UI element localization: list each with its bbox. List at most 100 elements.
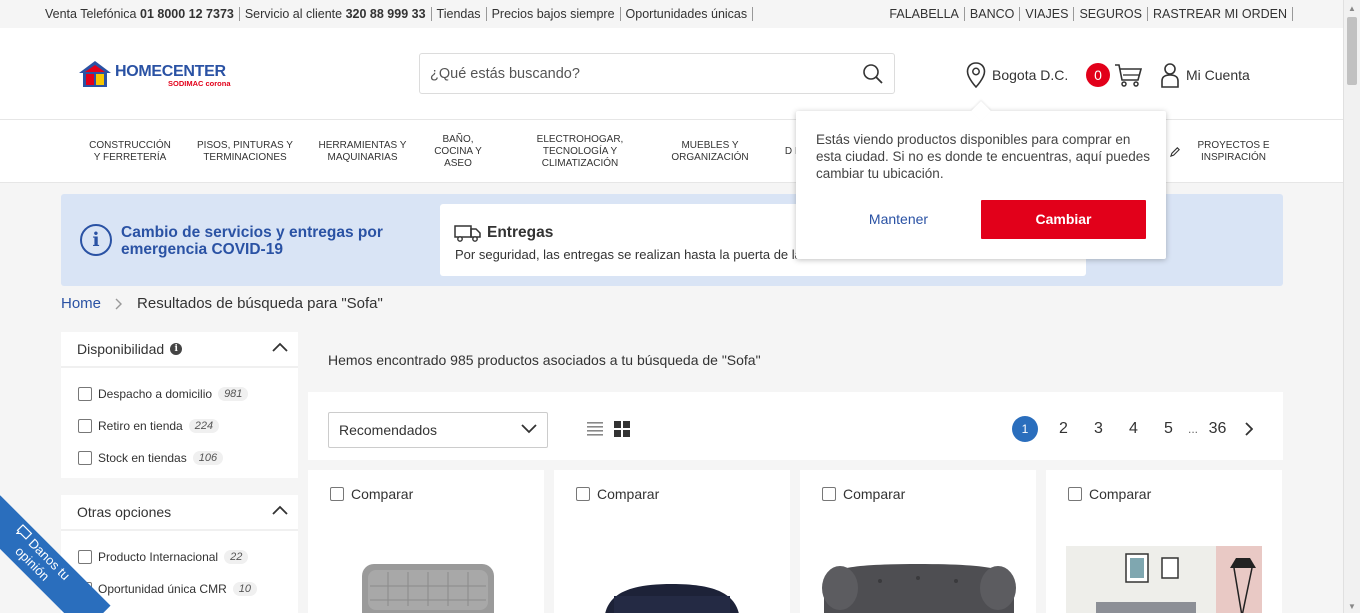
product-card[interactable]: Comparar — [800, 470, 1036, 613]
checkbox[interactable] — [330, 487, 344, 501]
sort-select[interactable]: Recomendados — [328, 412, 548, 448]
keep-location-button[interactable]: Mantener — [826, 200, 971, 238]
filter-availability: Disponibilidad i Despacho a domicilio 98… — [61, 332, 298, 478]
product-image[interactable] — [820, 546, 1016, 613]
product-card[interactable]: Comparar — [308, 470, 544, 613]
search-input[interactable] — [430, 64, 850, 84]
filter-option[interactable]: Stock en tiendas 106 — [61, 442, 298, 474]
breadcrumb-home[interactable]: Home — [61, 295, 101, 312]
account-button[interactable]: Mi Cuenta — [1160, 62, 1250, 88]
checkbox[interactable] — [1068, 487, 1082, 501]
link-viajes[interactable]: VIAJES — [1020, 7, 1075, 21]
checkbox[interactable] — [576, 487, 590, 501]
truck-icon — [454, 225, 481, 242]
filter-option[interactable]: Producto Internacional 22 — [61, 541, 298, 573]
chevron-up-icon[interactable] — [272, 505, 288, 515]
site-header: HOMECENTER SODIMAC corona Bogota D.C. 0 — [0, 28, 1343, 120]
product-card[interactable]: Comparar — [554, 470, 790, 613]
page-scrollbar[interactable]: ▲ ▼ — [1343, 0, 1360, 613]
search-bar — [419, 53, 895, 94]
filter-option-count: 106 — [192, 451, 224, 465]
page-ellipsis: ... — [1187, 422, 1198, 436]
scrollbar-thumb[interactable] — [1347, 17, 1357, 85]
scroll-down-arrow[interactable]: ▼ — [1348, 602, 1356, 611]
chevron-up-icon[interactable] — [272, 342, 288, 352]
info-icon[interactable]: i — [170, 343, 183, 355]
info-icon: i — [80, 224, 112, 256]
logo-subtext: SODIMAC corona — [168, 79, 231, 88]
filter-option-count: 981 — [218, 387, 249, 401]
compare-toggle[interactable]: Comparar — [576, 486, 659, 502]
filter-other-title: Otras opciones — [77, 504, 172, 520]
location-selector[interactable]: Bogota D.C. — [966, 62, 1068, 88]
page-36-button[interactable]: 36 — [1200, 420, 1235, 438]
breadcrumb: Home Resultados de búsqueda para "Sofa" — [61, 295, 383, 312]
filter-option[interactable]: Retiro en tienda 224 — [61, 410, 298, 442]
link-banco[interactable]: BANCO — [965, 7, 1021, 21]
category-herramientas[interactable]: HERRAMIENTAS Y MAQUINARIAS — [315, 120, 410, 183]
link-stores[interactable]: Tiendas — [432, 7, 487, 21]
service-phone[interactable]: Servicio al cliente 320 88 999 33 — [240, 7, 432, 21]
compare-toggle[interactable]: Comparar — [1068, 486, 1151, 502]
link-seguros[interactable]: SEGUROS — [1074, 7, 1148, 21]
filter-option-count: 224 — [188, 419, 220, 433]
product-image[interactable] — [574, 546, 770, 613]
results-summary: Hemos encontrado 985 productos asociados… — [308, 332, 1283, 388]
cart-count-badge: 0 — [1086, 63, 1110, 87]
utility-bar: Venta Telefónica 01 8000 12 7373 Servici… — [0, 0, 1343, 28]
product-card[interactable]: Comparar — [1046, 470, 1282, 613]
filter-option[interactable]: Despacho a domicilio 981 — [61, 378, 298, 410]
chevron-down-icon — [521, 424, 537, 434]
link-falabella[interactable]: FALABELLA — [884, 7, 965, 21]
house-logo-icon — [79, 61, 111, 87]
search-icon[interactable] — [862, 63, 884, 85]
scroll-up-arrow[interactable]: ▲ — [1348, 4, 1356, 13]
sort-value: Recomendados — [339, 422, 438, 438]
compare-label: Comparar — [597, 486, 660, 502]
link-unique-opportunities[interactable]: Oportunidades únicas — [621, 7, 754, 21]
pagination: 1 2 3 4 5 ... 36 — [1012, 416, 1253, 442]
checkbox[interactable] — [78, 387, 92, 401]
grid-view-icon[interactable] — [614, 421, 630, 437]
page-4-button[interactable]: 4 — [1116, 420, 1151, 438]
change-location-button[interactable]: Cambiar — [981, 200, 1146, 239]
filter-availability-header[interactable]: Disponibilidad i — [61, 332, 298, 368]
sales-phone[interactable]: Venta Telefónica 01 8000 12 7373 — [45, 7, 240, 21]
category-muebles[interactable]: MUEBLES Y ORGANIZACIÓN — [665, 120, 755, 183]
category-pisos[interactable]: PISOS, PINTURAS Y TERMINACIONES — [195, 120, 295, 183]
compare-label: Comparar — [351, 486, 414, 502]
homecenter-logo[interactable]: HOMECENTER SODIMAC corona — [78, 60, 248, 90]
link-low-prices[interactable]: Precios bajos siempre — [487, 7, 621, 21]
product-image[interactable] — [1066, 546, 1262, 613]
filter-other-header[interactable]: Otras opciones — [61, 495, 298, 531]
location-pin-icon — [966, 62, 986, 88]
compare-toggle[interactable]: Comparar — [822, 486, 905, 502]
category-electrohogar[interactable]: ELECTROHOGAR, TECNOLOGÍA Y CLIMATIZACIÓN — [530, 120, 630, 183]
checkbox[interactable] — [78, 550, 92, 564]
category-proyectos-label: PROYECTOS E INSPIRACIÓN — [1197, 139, 1270, 163]
list-view-icon[interactable] — [586, 421, 604, 437]
page-1-button[interactable]: 1 — [1012, 416, 1038, 442]
category-proyectos[interactable]: PROYECTOS E INSPIRACIÓN — [1170, 120, 1280, 183]
chat-icon — [15, 524, 33, 540]
checkbox[interactable] — [822, 487, 836, 501]
link-track-order[interactable]: RASTREAR MI ORDEN — [1148, 7, 1293, 21]
filter-option-label: Oportunidad única CMR — [98, 582, 227, 596]
category-construccion[interactable]: CONSTRUCCIÓN Y FERRETERÍA — [85, 120, 175, 183]
category-bano[interactable]: BAÑO, COCINA Y ASEO — [428, 120, 488, 183]
page-5-button[interactable]: 5 — [1151, 420, 1186, 438]
page-3-button[interactable]: 3 — [1081, 420, 1116, 438]
breadcrumb-current: Resultados de búsqueda para "Sofa" — [137, 295, 383, 312]
location-label: Bogota D.C. — [992, 67, 1069, 83]
compare-toggle[interactable]: Comparar — [330, 486, 413, 502]
checkbox[interactable] — [78, 451, 92, 465]
chevron-right-icon[interactable] — [1245, 422, 1253, 436]
view-toggle — [586, 421, 630, 437]
product-image[interactable] — [328, 546, 524, 613]
filter-option-label: Producto Internacional — [98, 550, 219, 564]
checkbox[interactable] — [78, 419, 92, 433]
results-toolbar: Recomendados 1 2 3 4 5 ... 36 — [308, 392, 1283, 460]
filter-option-label: Retiro en tienda — [98, 419, 183, 433]
page-2-button[interactable]: 2 — [1046, 420, 1081, 438]
cart-button[interactable]: 0 — [1086, 62, 1142, 88]
